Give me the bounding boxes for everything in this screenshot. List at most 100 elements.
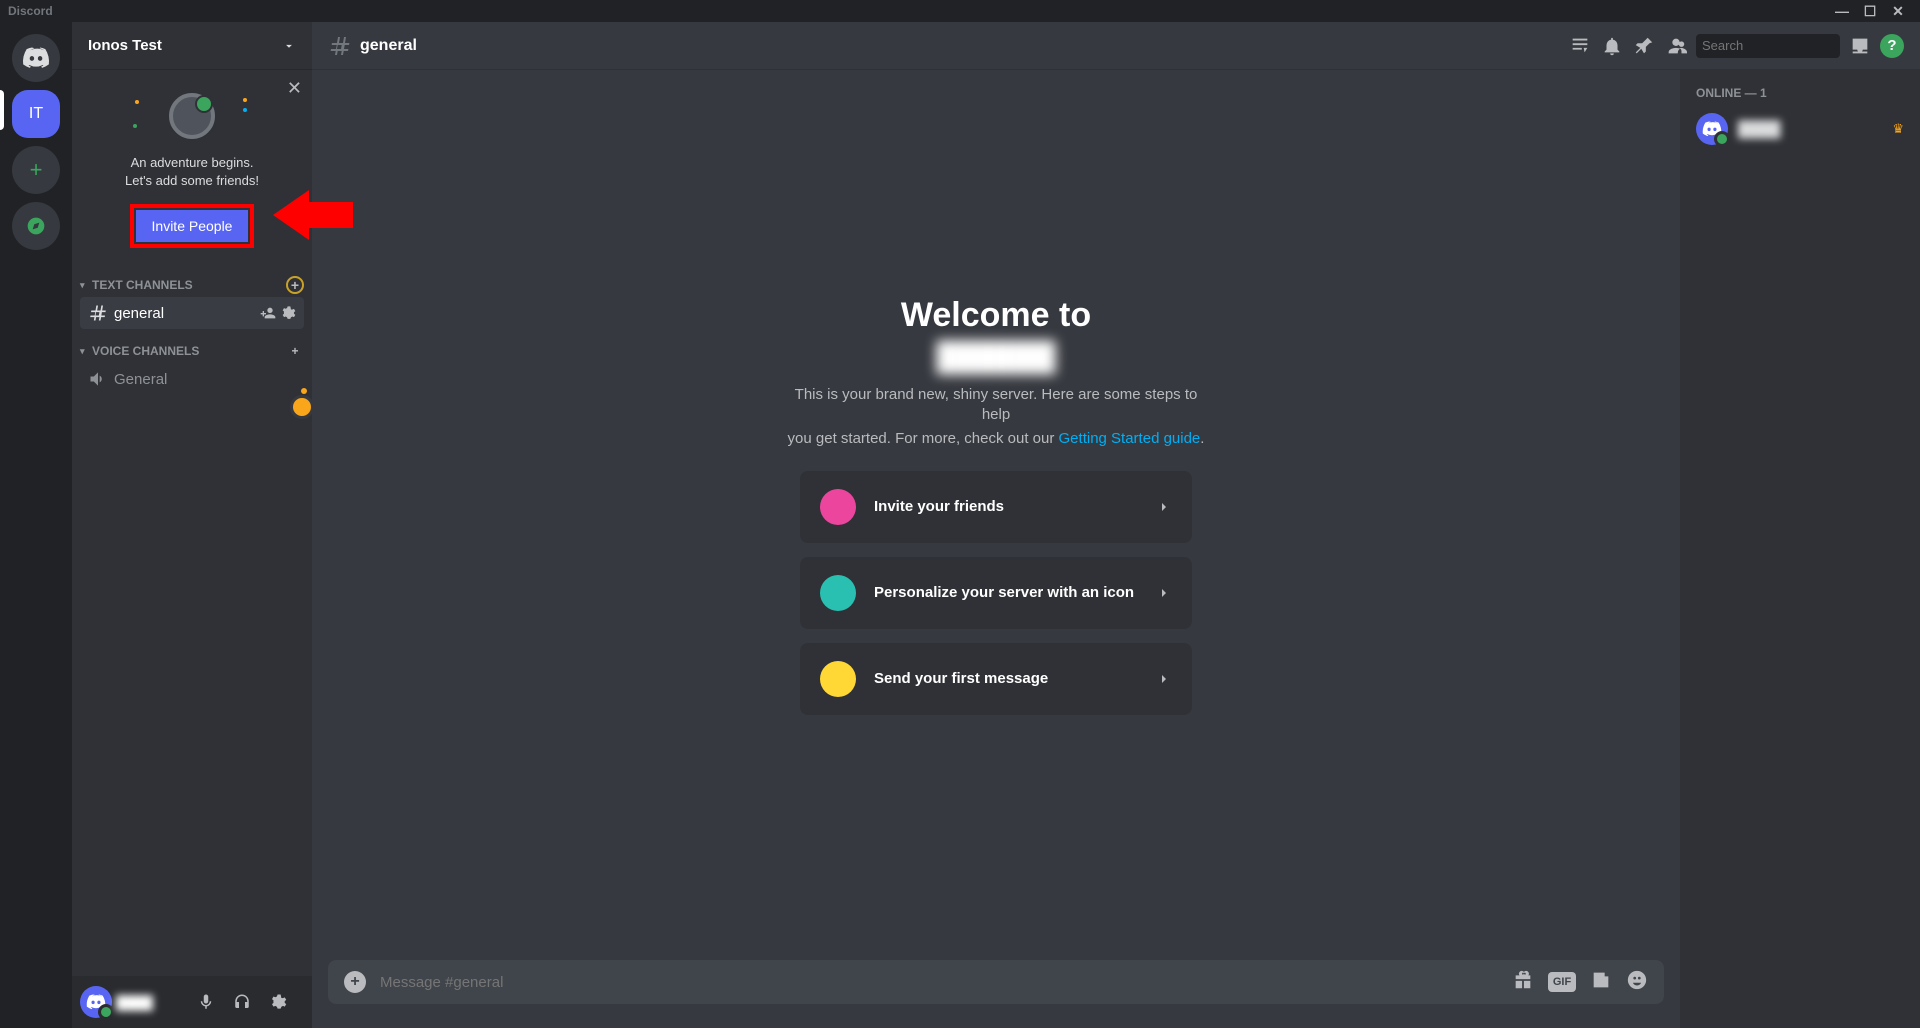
chevron-down-icon <box>282 39 296 53</box>
window-close[interactable]: ✕ <box>1884 3 1912 20</box>
invite-friends-icon <box>820 489 856 525</box>
sticker-icon <box>1590 969 1612 991</box>
chevron-right-icon <box>1156 585 1172 601</box>
bell-icon <box>1601 35 1623 57</box>
card-first-message[interactable]: Send your first message <box>800 643 1192 715</box>
channel-label: general <box>114 305 256 322</box>
welcome-title: Welcome to <box>901 296 1091 335</box>
annotation-highlight: Invite People <box>130 204 255 248</box>
window-maximize[interactable]: ☐ <box>1856 3 1884 20</box>
channel-title: general <box>360 37 417 55</box>
channel-settings-icon[interactable] <box>280 305 296 321</box>
gift-button[interactable] <box>1512 969 1534 996</box>
emoji-button[interactable] <box>1626 969 1648 996</box>
mute-button[interactable] <box>190 986 222 1018</box>
discord-icon <box>1702 119 1722 139</box>
speaker-icon <box>88 369 108 389</box>
invite-card-text-1: An adventure begins. <box>88 154 296 172</box>
chat-area: Welcome to ██████ This is your brand new… <box>312 70 1680 1028</box>
channel-header: general ? <box>312 22 1920 70</box>
selected-server-pill <box>0 90 4 130</box>
annotation-arrow <box>273 190 353 240</box>
avatar-placeholder-icon <box>169 93 215 139</box>
chevron-right-icon <box>1156 671 1172 687</box>
app-name: Discord <box>8 4 53 18</box>
welcome-server-name: ██████ <box>936 341 1055 373</box>
text-channels-category[interactable]: ▾ TEXT CHANNELS + <box>72 264 312 296</box>
mic-icon <box>197 993 215 1011</box>
message-input[interactable] <box>380 974 1498 991</box>
server-header[interactable]: Ionos Test <box>72 22 312 70</box>
home-button[interactable] <box>12 34 60 82</box>
threads-button[interactable] <box>1568 34 1592 58</box>
pinned-button[interactable] <box>1632 34 1656 58</box>
gift-icon <box>1512 969 1534 991</box>
inbox-button[interactable] <box>1848 34 1872 58</box>
user-settings-button[interactable] <box>262 986 294 1018</box>
first-message-icon <box>820 661 856 697</box>
titlebar: Discord — ☐ ✕ <box>0 0 1920 22</box>
channel-label: General <box>114 371 167 388</box>
window-minimize[interactable]: — <box>1828 3 1856 19</box>
collapse-icon: ▾ <box>80 346 90 357</box>
voice-channel-general[interactable]: General <box>80 363 304 395</box>
invite-card-art <box>88 86 296 146</box>
card-label: Personalize your server with an icon <box>874 584 1156 601</box>
card-label: Send your first message <box>874 670 1156 687</box>
server-ionos-test[interactable]: IT <box>12 90 60 138</box>
card-invite-friends[interactable]: Invite your friends <box>800 471 1192 543</box>
online-header: ONLINE — 1 <box>1688 86 1912 108</box>
inbox-icon <box>1849 35 1871 57</box>
headset-icon <box>233 993 251 1011</box>
invite-card-text-2: Let's add some friends! <box>88 172 296 190</box>
collapse-icon: ▾ <box>80 280 90 291</box>
compass-icon <box>26 216 46 236</box>
channel-general[interactable]: general <box>80 297 304 329</box>
voice-channels-category[interactable]: ▾ VOICE CHANNELS + <box>72 330 312 362</box>
main-area: general ? Welcome to ██████ This is your… <box>312 22 1920 1028</box>
sticker-button[interactable] <box>1590 969 1612 996</box>
member-list: ONLINE — 1 ████ ♛ <box>1680 70 1920 1028</box>
threads-icon <box>1569 35 1591 57</box>
deafen-button[interactable] <box>226 986 258 1018</box>
help-button[interactable]: ? <box>1880 34 1904 58</box>
notifications-button[interactable] <box>1600 34 1624 58</box>
hash-icon <box>328 34 352 58</box>
notification-badge <box>290 395 314 419</box>
search-bar[interactable] <box>1696 34 1840 58</box>
pin-icon <box>1633 35 1655 57</box>
user-panel: ████ <box>72 976 312 1028</box>
server-rail: IT + <box>0 22 72 1028</box>
gif-button[interactable]: GIF <box>1548 972 1576 992</box>
welcome-subtitle-2: you get started. For more, check out our… <box>788 429 1205 449</box>
channel-sidebar: Ionos Test ✕ An adventure begins. Let's … <box>72 22 312 1028</box>
invite-people-button[interactable]: Invite People <box>136 210 249 242</box>
discord-icon <box>22 44 50 72</box>
member-row[interactable]: ████ ♛ <box>1688 108 1912 150</box>
close-icon[interactable]: ✕ <box>287 78 302 99</box>
personalize-icon <box>820 575 856 611</box>
owner-crown-icon: ♛ <box>1892 121 1904 137</box>
invite-icon[interactable] <box>260 305 276 321</box>
server-name: Ionos Test <box>88 37 162 54</box>
explore-servers-button[interactable] <box>12 202 60 250</box>
member-list-button[interactable] <box>1664 34 1688 58</box>
member-name: ████ <box>1738 121 1892 138</box>
add-server-button[interactable]: + <box>12 146 60 194</box>
discord-icon <box>86 992 106 1012</box>
message-composer[interactable]: + GIF <box>328 960 1664 1004</box>
gear-icon <box>269 993 287 1011</box>
getting-started-link[interactable]: Getting Started guide <box>1059 430 1201 447</box>
attach-button[interactable]: + <box>344 971 366 993</box>
card-personalize-server[interactable]: Personalize your server with an icon <box>800 557 1192 629</box>
smile-icon <box>1626 969 1648 991</box>
hash-icon <box>88 303 108 323</box>
user-avatar[interactable] <box>80 986 112 1018</box>
category-label: VOICE CHANNELS <box>92 344 199 358</box>
create-channel-button[interactable]: + <box>286 276 304 294</box>
card-label: Invite your friends <box>874 498 1156 515</box>
user-name[interactable]: ████ <box>116 995 186 1010</box>
create-channel-button[interactable]: + <box>286 342 304 360</box>
welcome-screen: Welcome to ██████ This is your brand new… <box>312 70 1680 960</box>
chevron-right-icon <box>1156 499 1172 515</box>
